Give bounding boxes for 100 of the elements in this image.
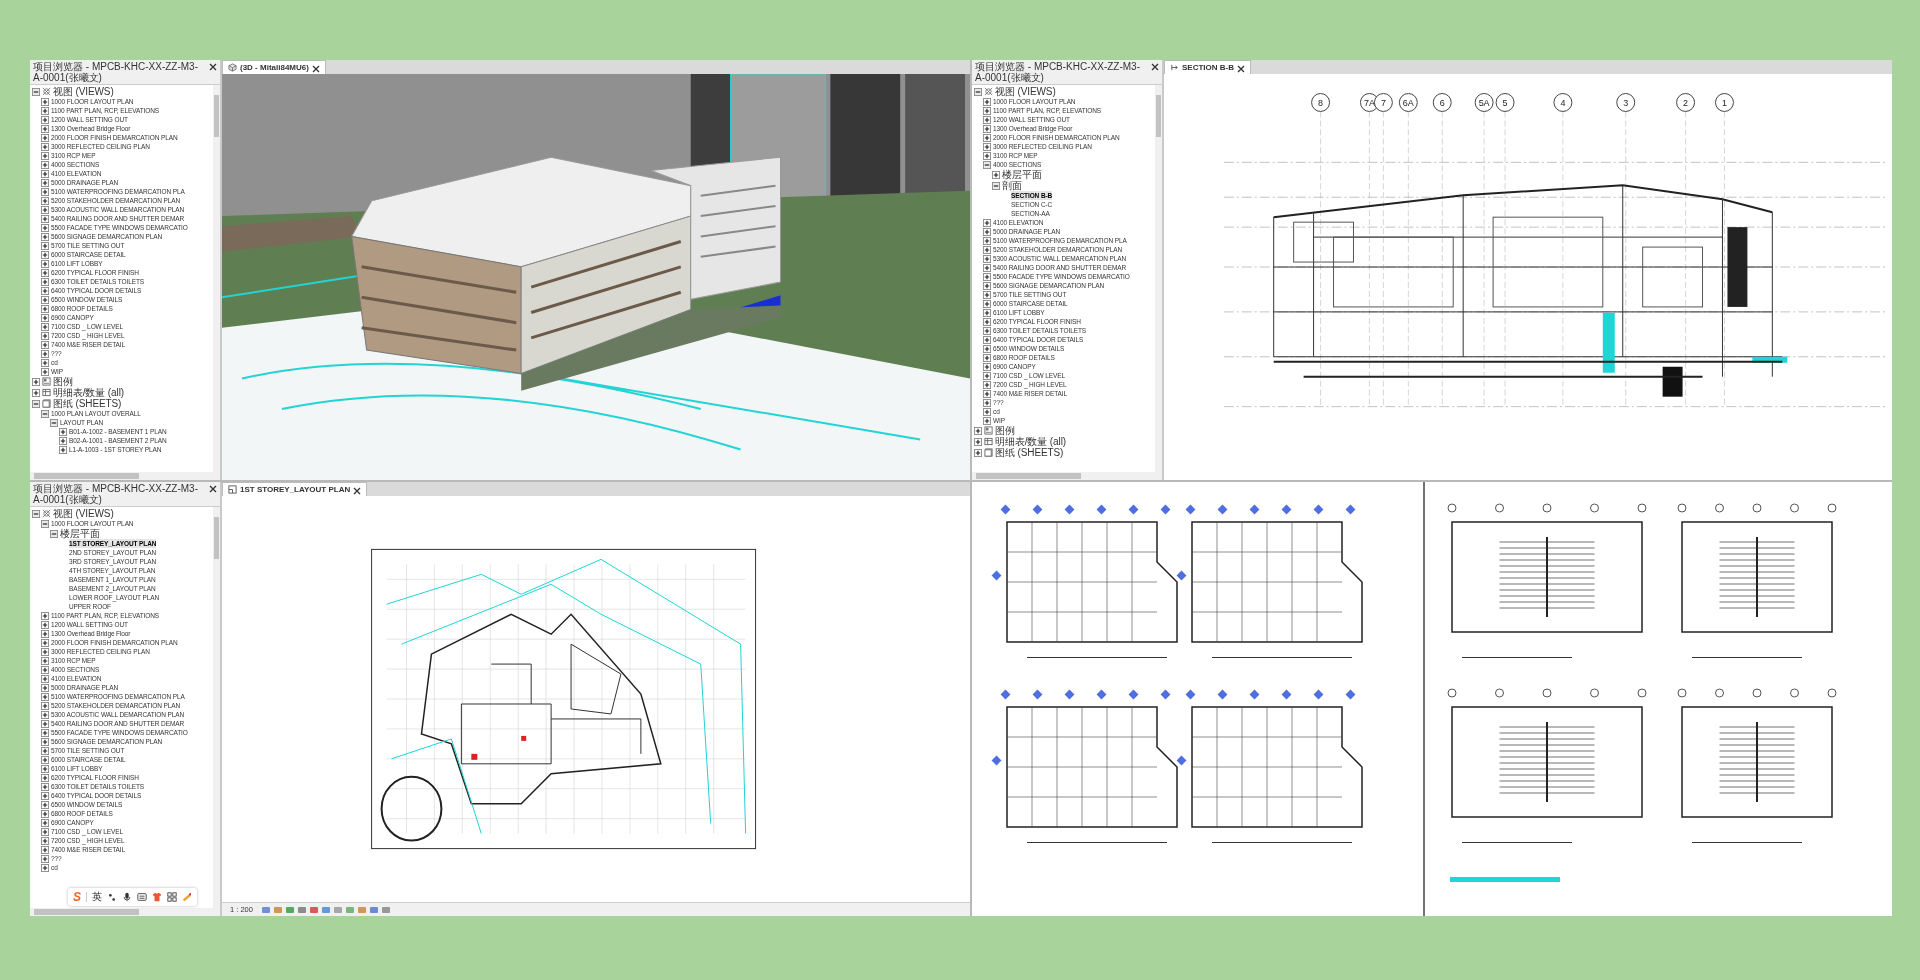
expand-toggle[interactable]	[41, 719, 49, 728]
expand-toggle[interactable]	[974, 426, 982, 435]
expand-toggle[interactable]	[983, 335, 991, 344]
close-icon[interactable]	[1151, 63, 1159, 71]
expand-toggle[interactable]	[41, 250, 49, 259]
expand-toggle[interactable]	[974, 437, 982, 446]
expand-toggle[interactable]	[41, 331, 49, 340]
expand-toggle[interactable]	[41, 746, 49, 755]
expand-toggle[interactable]	[983, 236, 991, 245]
expand-toggle[interactable]	[41, 638, 49, 647]
scrollbar[interactable]	[213, 85, 220, 472]
expand-toggle[interactable]	[983, 299, 991, 308]
tree-item[interactable]: 剖面	[1002, 180, 1022, 191]
expand-toggle[interactable]	[41, 809, 49, 818]
grid-icon[interactable]	[167, 892, 177, 902]
close-icon[interactable]	[209, 485, 217, 493]
expand-toggle[interactable]	[41, 106, 49, 115]
view-control-icon[interactable]	[320, 904, 331, 915]
collapse-toggle[interactable]	[50, 529, 58, 538]
tree-item[interactable]: 视图 (VIEWS)	[995, 86, 1056, 97]
expand-toggle[interactable]	[41, 205, 49, 214]
expand-toggle[interactable]	[983, 398, 991, 407]
view-control-icon[interactable]	[308, 904, 319, 915]
expand-toggle[interactable]	[41, 349, 49, 358]
expand-toggle[interactable]	[983, 308, 991, 317]
view-control-icon[interactable]	[284, 904, 295, 915]
brush-icon[interactable]	[182, 892, 192, 902]
expand-toggle[interactable]	[41, 160, 49, 169]
expand-toggle[interactable]	[32, 388, 40, 397]
expand-toggle[interactable]	[41, 827, 49, 836]
expand-toggle[interactable]	[983, 106, 991, 115]
expand-toggle[interactable]	[41, 133, 49, 142]
expand-toggle[interactable]	[41, 169, 49, 178]
expand-toggle[interactable]	[41, 214, 49, 223]
collapse-toggle[interactable]	[50, 418, 58, 427]
expand-toggle[interactable]	[41, 629, 49, 638]
expand-toggle[interactable]	[41, 142, 49, 151]
tree-item[interactable]: 图例	[995, 425, 1015, 436]
expand-toggle[interactable]	[32, 377, 40, 386]
keyboard-icon[interactable]	[137, 892, 147, 902]
shirt-icon[interactable]	[152, 892, 162, 902]
expand-toggle[interactable]	[983, 218, 991, 227]
expand-toggle[interactable]	[41, 791, 49, 800]
expand-toggle[interactable]	[59, 445, 67, 454]
expand-toggle[interactable]	[41, 620, 49, 629]
expand-toggle[interactable]	[983, 133, 991, 142]
close-icon[interactable]	[311, 64, 320, 73]
expand-toggle[interactable]	[41, 286, 49, 295]
expand-toggle[interactable]	[41, 151, 49, 160]
collapse-toggle[interactable]	[32, 509, 40, 518]
expand-toggle[interactable]	[983, 344, 991, 353]
view-tab[interactable]: SECTION B-B	[1164, 60, 1251, 74]
collapse-toggle[interactable]	[41, 519, 49, 528]
expand-toggle[interactable]	[41, 187, 49, 196]
scrollbar[interactable]	[213, 507, 220, 908]
collapse-toggle[interactable]	[983, 160, 991, 169]
expand-toggle[interactable]	[41, 358, 49, 367]
expand-toggle[interactable]	[41, 295, 49, 304]
expand-toggle[interactable]	[983, 380, 991, 389]
expand-toggle[interactable]	[41, 115, 49, 124]
tree-item[interactable]: 视图 (VIEWS)	[53, 86, 114, 97]
expand-toggle[interactable]	[41, 340, 49, 349]
expand-toggle[interactable]	[41, 178, 49, 187]
expand-toggle[interactable]	[41, 773, 49, 782]
expand-toggle[interactable]	[983, 263, 991, 272]
expand-toggle[interactable]	[983, 245, 991, 254]
expand-toggle[interactable]	[41, 611, 49, 620]
expand-toggle[interactable]	[41, 277, 49, 286]
expand-toggle[interactable]	[983, 227, 991, 236]
tree-item[interactable]: 明细表/数量 (all)	[53, 387, 125, 398]
expand-toggle[interactable]	[983, 290, 991, 299]
view-tab[interactable]: (3D - Mitali84MU6)	[222, 60, 326, 74]
close-icon[interactable]	[353, 486, 362, 495]
expand-toggle[interactable]	[41, 674, 49, 683]
tree-item[interactable]: 楼层平面	[1002, 169, 1042, 180]
collapse-toggle[interactable]	[41, 409, 49, 418]
expand-toggle[interactable]	[41, 836, 49, 845]
expand-toggle[interactable]	[983, 115, 991, 124]
expand-toggle[interactable]	[983, 97, 991, 106]
expand-toggle[interactable]	[41, 863, 49, 872]
collapse-toggle[interactable]	[992, 181, 1000, 190]
microphone-icon[interactable]	[122, 892, 132, 902]
close-icon[interactable]	[1237, 64, 1245, 73]
view-control-icon[interactable]	[368, 904, 379, 915]
expand-toggle[interactable]	[41, 854, 49, 863]
expand-toggle[interactable]	[59, 427, 67, 436]
tree-item[interactable]: 楼层平面	[60, 528, 100, 539]
expand-toggle[interactable]	[41, 97, 49, 106]
expand-toggle[interactable]	[41, 692, 49, 701]
expand-toggle[interactable]	[983, 371, 991, 380]
expand-toggle[interactable]	[41, 665, 49, 674]
expand-toggle[interactable]	[983, 326, 991, 335]
collapse-toggle[interactable]	[32, 399, 40, 408]
expand-toggle[interactable]	[41, 313, 49, 322]
tree-item[interactable]: 图纸 (SHEETS)	[53, 398, 122, 409]
expand-toggle[interactable]	[41, 701, 49, 710]
collapse-toggle[interactable]	[974, 87, 982, 96]
expand-toggle[interactable]	[41, 710, 49, 719]
view-control-icon[interactable]	[260, 904, 271, 915]
tree-item[interactable]: 明细表/数量 (all)	[995, 436, 1067, 447]
